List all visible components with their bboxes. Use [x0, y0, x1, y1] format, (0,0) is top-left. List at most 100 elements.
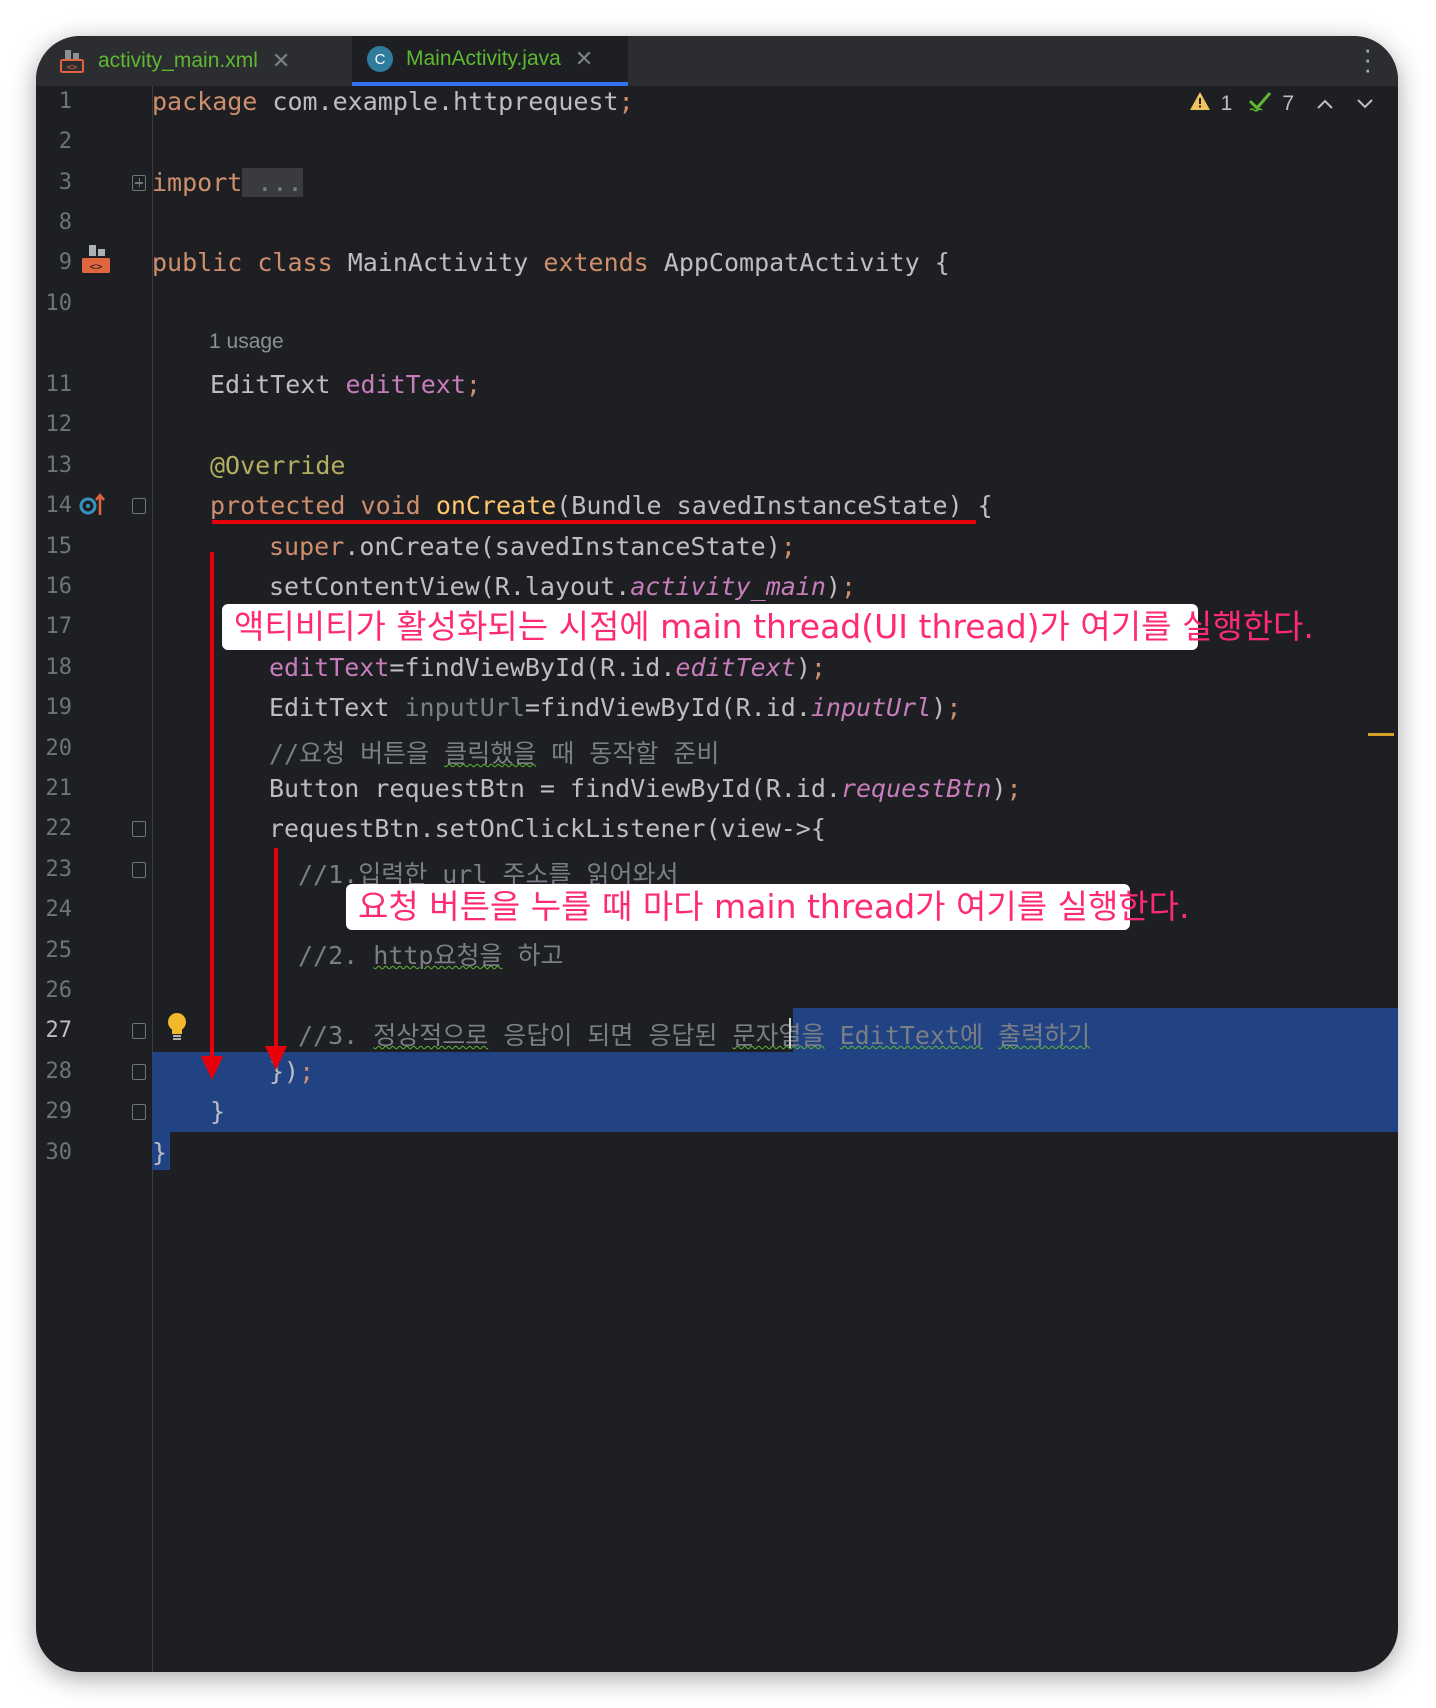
java-class-icon: C [364, 43, 396, 75]
line-number: 14 [45, 493, 73, 518]
paren: ) [991, 774, 1007, 803]
tab-label: activity_main.xml [98, 49, 258, 72]
code-line: 12 [36, 404, 1398, 448]
line-number: 11 [45, 372, 73, 397]
comment: //2. [298, 941, 374, 970]
keyword: void [360, 491, 421, 520]
fold-collapse-icon[interactable] [132, 1064, 146, 1080]
paren: ) [931, 693, 947, 722]
line-number: 12 [45, 412, 73, 437]
line-number: 30 [45, 1140, 73, 1165]
folded-imports[interactable]: ... [242, 168, 303, 197]
field-name: editText [345, 370, 466, 399]
semicolon: ; [299, 1057, 315, 1086]
comment: 하고 [502, 941, 564, 970]
resource-id: inputUrl [810, 693, 932, 722]
text-caret [789, 1018, 791, 1048]
comment-typo: 출력하기 [998, 1021, 1091, 1050]
code-line: 20 //요청 버튼을 클릭했을 때 동작할 준비 [36, 728, 1398, 772]
lightbulb-icon[interactable] [166, 1012, 188, 1047]
method-call: =findViewById(R.id. [524, 693, 811, 722]
line-number: 27 [45, 1018, 73, 1043]
keyword: public [152, 248, 243, 277]
code-line: 19 EditText inputUrl=findViewById(R.id.i… [36, 687, 1398, 731]
superclass: AppCompatActivity { [648, 248, 950, 277]
tab-activity-main-xml[interactable]: <> activity_main.xml ✕ [44, 36, 348, 86]
close-icon[interactable]: ✕ [575, 46, 593, 72]
fold-collapse-icon[interactable] [132, 498, 146, 514]
tab-bar: <> activity_main.xml ✕ C MainActivity.ja… [36, 36, 1398, 86]
line-number: 24 [45, 897, 73, 922]
semicolon: ; [465, 370, 481, 399]
keyword: extends [543, 248, 649, 277]
warning-stripe-marker[interactable] [1368, 733, 1394, 736]
fold-collapse-icon[interactable] [132, 1104, 146, 1120]
code-line: 18 editText=findViewById(R.id.editText); [36, 647, 1398, 691]
code-line: 15 super.onCreate(savedInstanceState); [36, 526, 1398, 570]
paren: ) [795, 653, 811, 682]
comment [983, 1021, 998, 1050]
comment: //3. [298, 1021, 374, 1050]
resource-id: requestBtn [840, 774, 992, 803]
tab-label: MainActivity.java [406, 47, 561, 70]
line-number: 10 [45, 291, 73, 316]
method-call: setContentView(R.layout. [269, 572, 631, 601]
class-name: MainActivity [332, 248, 544, 277]
semicolon: ; [618, 87, 634, 116]
callout-button: 요청 버튼을 누를 때 마다 main thread가 여기를 실행한다. [346, 884, 1190, 930]
more-options-icon[interactable]: · · · [1363, 36, 1372, 82]
comment [825, 1021, 840, 1050]
code-line: 27 //3. 정상적으로 응답이 되면 응답된 문자열을 EditText에 … [36, 1010, 1398, 1054]
line-number: 13 [45, 453, 73, 478]
code-line: 2 [36, 121, 1398, 165]
layout-file-gutter-icon[interactable]: <> [80, 242, 112, 281]
fold-expand-icon[interactable] [132, 175, 146, 191]
close-icon[interactable]: ✕ [272, 48, 290, 74]
callout-activity: 액티비티가 활성화되는 시점에 main thread(UI thread)가 … [222, 604, 1314, 650]
statement: requestBtn.setOnClickListener(view->{ [269, 814, 826, 843]
line-number: 22 [45, 816, 73, 841]
semicolon: ; [946, 693, 962, 722]
method-name: onCreate [435, 491, 557, 520]
tab-mainactivity-java[interactable]: C MainActivity.java ✕ [352, 36, 628, 86]
line-number: 26 [45, 978, 73, 1003]
line-number: 8 [58, 210, 72, 235]
fold-collapse-icon[interactable] [132, 821, 146, 837]
resource-id: activity_main [630, 572, 826, 601]
statement: Button requestBtn = findViewById(R.id. [269, 774, 841, 803]
code-line: 29 } [36, 1091, 1398, 1135]
fold-collapse-icon[interactable] [132, 862, 146, 878]
code-line: 1 package com.example.httprequest; [36, 81, 1398, 125]
code-line: 26 [36, 970, 1398, 1014]
method-call: =findViewById(R.id. [389, 653, 676, 682]
method-call: .onCreate(savedInstanceState) [344, 532, 781, 561]
line-number: 9 [58, 250, 72, 275]
code-line: 3 import ... [36, 162, 1398, 206]
comment: 응답이 되면 응답된 [488, 1021, 733, 1050]
keyword: package [152, 87, 258, 116]
usage-hint[interactable]: 1 usage [209, 330, 284, 354]
editor-window: <> activity_main.xml ✕ C MainActivity.ja… [36, 36, 1398, 1672]
comment-typo: http요청을 [373, 941, 503, 970]
comment-typo: 정상적으로 [373, 1021, 489, 1050]
comment-typo: 클릭했을 [444, 739, 537, 768]
closing-brace: } [210, 1097, 226, 1126]
fold-collapse-icon[interactable] [132, 1023, 146, 1039]
line-number: 16 [45, 574, 73, 599]
line-number: 2 [58, 129, 72, 154]
code-line: 11 EditText editText; [36, 364, 1398, 408]
override-gutter-icon[interactable] [78, 491, 106, 524]
method-params: (Bundle savedInstanceState) { [556, 491, 993, 520]
comment: //요청 버튼을 [269, 739, 445, 768]
xml-layout-icon: <> [56, 45, 88, 77]
field-name: editText [269, 653, 390, 682]
code-line: 14 protected void onCreate(Bundle savedI… [36, 485, 1398, 529]
unused-variable: inputUrl [404, 693, 525, 722]
comment-typo: 문자열을 [732, 1021, 825, 1050]
code-line: 22 requestBtn.setOnClickListener(view->{ [36, 808, 1398, 852]
line-number: 29 [45, 1099, 73, 1124]
svg-text:<>: <> [67, 63, 78, 73]
closing-brace: }) [269, 1057, 300, 1086]
keyword: class [257, 248, 333, 277]
line-number: 3 [58, 170, 72, 195]
